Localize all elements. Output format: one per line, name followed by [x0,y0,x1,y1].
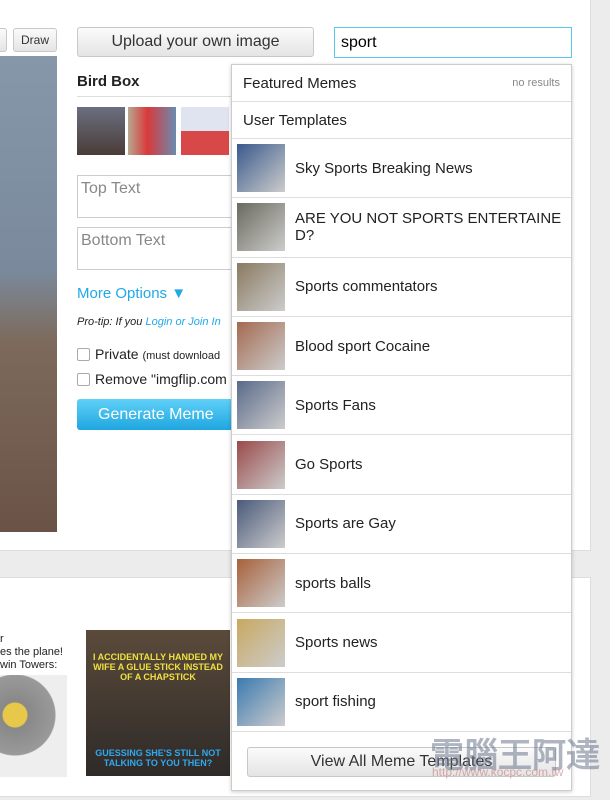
meme-bottom-text: GUESSING SHE'S STILL NOT TALKING TO YOU … [95,748,221,768]
meme-top-text: I ACCIDENTALLY HANDED MY WIFE A GLUE STI… [92,652,223,682]
template-result-label: sport fishing [295,693,376,711]
top-text-input[interactable]: Top Text [77,175,237,218]
recent-template-thumb[interactable] [181,107,229,155]
generate-meme-button[interactable]: Generate Meme [77,399,237,430]
template-thumbnail [237,677,285,726]
template-thumbnail [237,262,285,311]
template-result-label: Blood sport Cocaine [295,337,431,355]
remove-watermark-checkbox[interactable] [77,373,90,386]
template-result-label: Sports Fans [295,396,376,414]
template-result-item[interactable]: Blood sport Cocaine [232,317,571,377]
bottom-text-input[interactable]: Bottom Text [77,227,237,270]
prev-tool-button[interactable] [0,28,7,52]
template-thumbnail [237,440,285,489]
caption-line: es the plane! [0,646,63,658]
template-result-label: Go Sports [295,456,363,474]
meme-preview-image [0,56,57,532]
user-templates-label: User Templates [243,111,347,129]
private-note: (must download [142,350,221,362]
remove-watermark-label: Remove "imgflip.com [95,371,227,387]
template-thumbnail [237,144,285,193]
recent-template-thumb[interactable] [77,107,125,155]
caption-line: r [0,633,4,645]
upload-image-button[interactable]: Upload your own image [77,27,314,57]
template-thumbnail [237,322,285,371]
watermark-url: http://www.kocpc.com.tw [432,765,564,779]
featured-memes-header[interactable]: Featured Memes no results [232,65,571,102]
draw-button[interactable]: Draw [13,28,57,52]
featured-label: Featured Memes [243,74,357,92]
recent-template-thumb[interactable] [128,107,176,155]
caption-line: win Towers: [0,659,58,671]
template-result-item[interactable]: Go Sports [232,435,571,495]
template-thumbnail [237,559,285,608]
login-link[interactable]: Login or Join In [145,316,220,328]
private-checkbox[interactable] [77,348,90,361]
template-result-label: Sports commentators [295,278,438,296]
protip-text: Pro-tip: If you Login or Join In [77,316,232,328]
template-result-item[interactable]: sport fishing [232,673,571,732]
template-result-label: sports balls [295,574,371,592]
feed-meme-image[interactable] [0,675,67,777]
more-options-link[interactable]: More Options ▼ [77,285,186,302]
private-label: Private [95,346,139,362]
template-result-label: Sports are Gay [295,515,396,533]
remove-watermark-option[interactable]: Remove "imgflip.com [77,371,232,387]
template-thumbnail [237,618,285,667]
template-result-label: ARE YOU NOT SPORTS ENTERTAINED? [295,210,562,245]
template-result-item[interactable]: Sports commentators [232,258,571,317]
template-result-item[interactable]: Sky Sports Breaking News [232,139,571,199]
template-result-label: Sky Sports Breaking News [295,159,473,177]
protip-prefix: Pro-tip: If you [77,316,146,328]
feed-caption: r es the plane! win Towers: [0,633,63,672]
user-templates-header[interactable]: User Templates [232,102,571,139]
no-results-label: no results [512,77,560,89]
search-results-dropdown: Featured Memes no results User Templates … [231,64,572,791]
template-thumbnail [237,499,285,548]
template-result-item[interactable]: Sports news [232,613,571,673]
template-result-label: Sports news [295,634,378,652]
template-thumbnail [237,381,285,430]
template-search-input[interactable] [334,27,572,58]
template-result-item[interactable]: Sports are Gay [232,495,571,555]
template-result-item[interactable]: Sports Fans [232,376,571,436]
template-thumbnail [237,203,285,252]
template-result-item[interactable]: sports balls [232,554,571,614]
private-option[interactable]: Private (must download [77,346,232,362]
template-title: Bird Box [77,73,140,90]
feed-meme-image[interactable]: I ACCIDENTALLY HANDED MY WIFE A GLUE STI… [86,630,230,776]
template-result-item[interactable]: ARE YOU NOT SPORTS ENTERTAINED? [232,198,571,258]
divider [77,96,237,97]
